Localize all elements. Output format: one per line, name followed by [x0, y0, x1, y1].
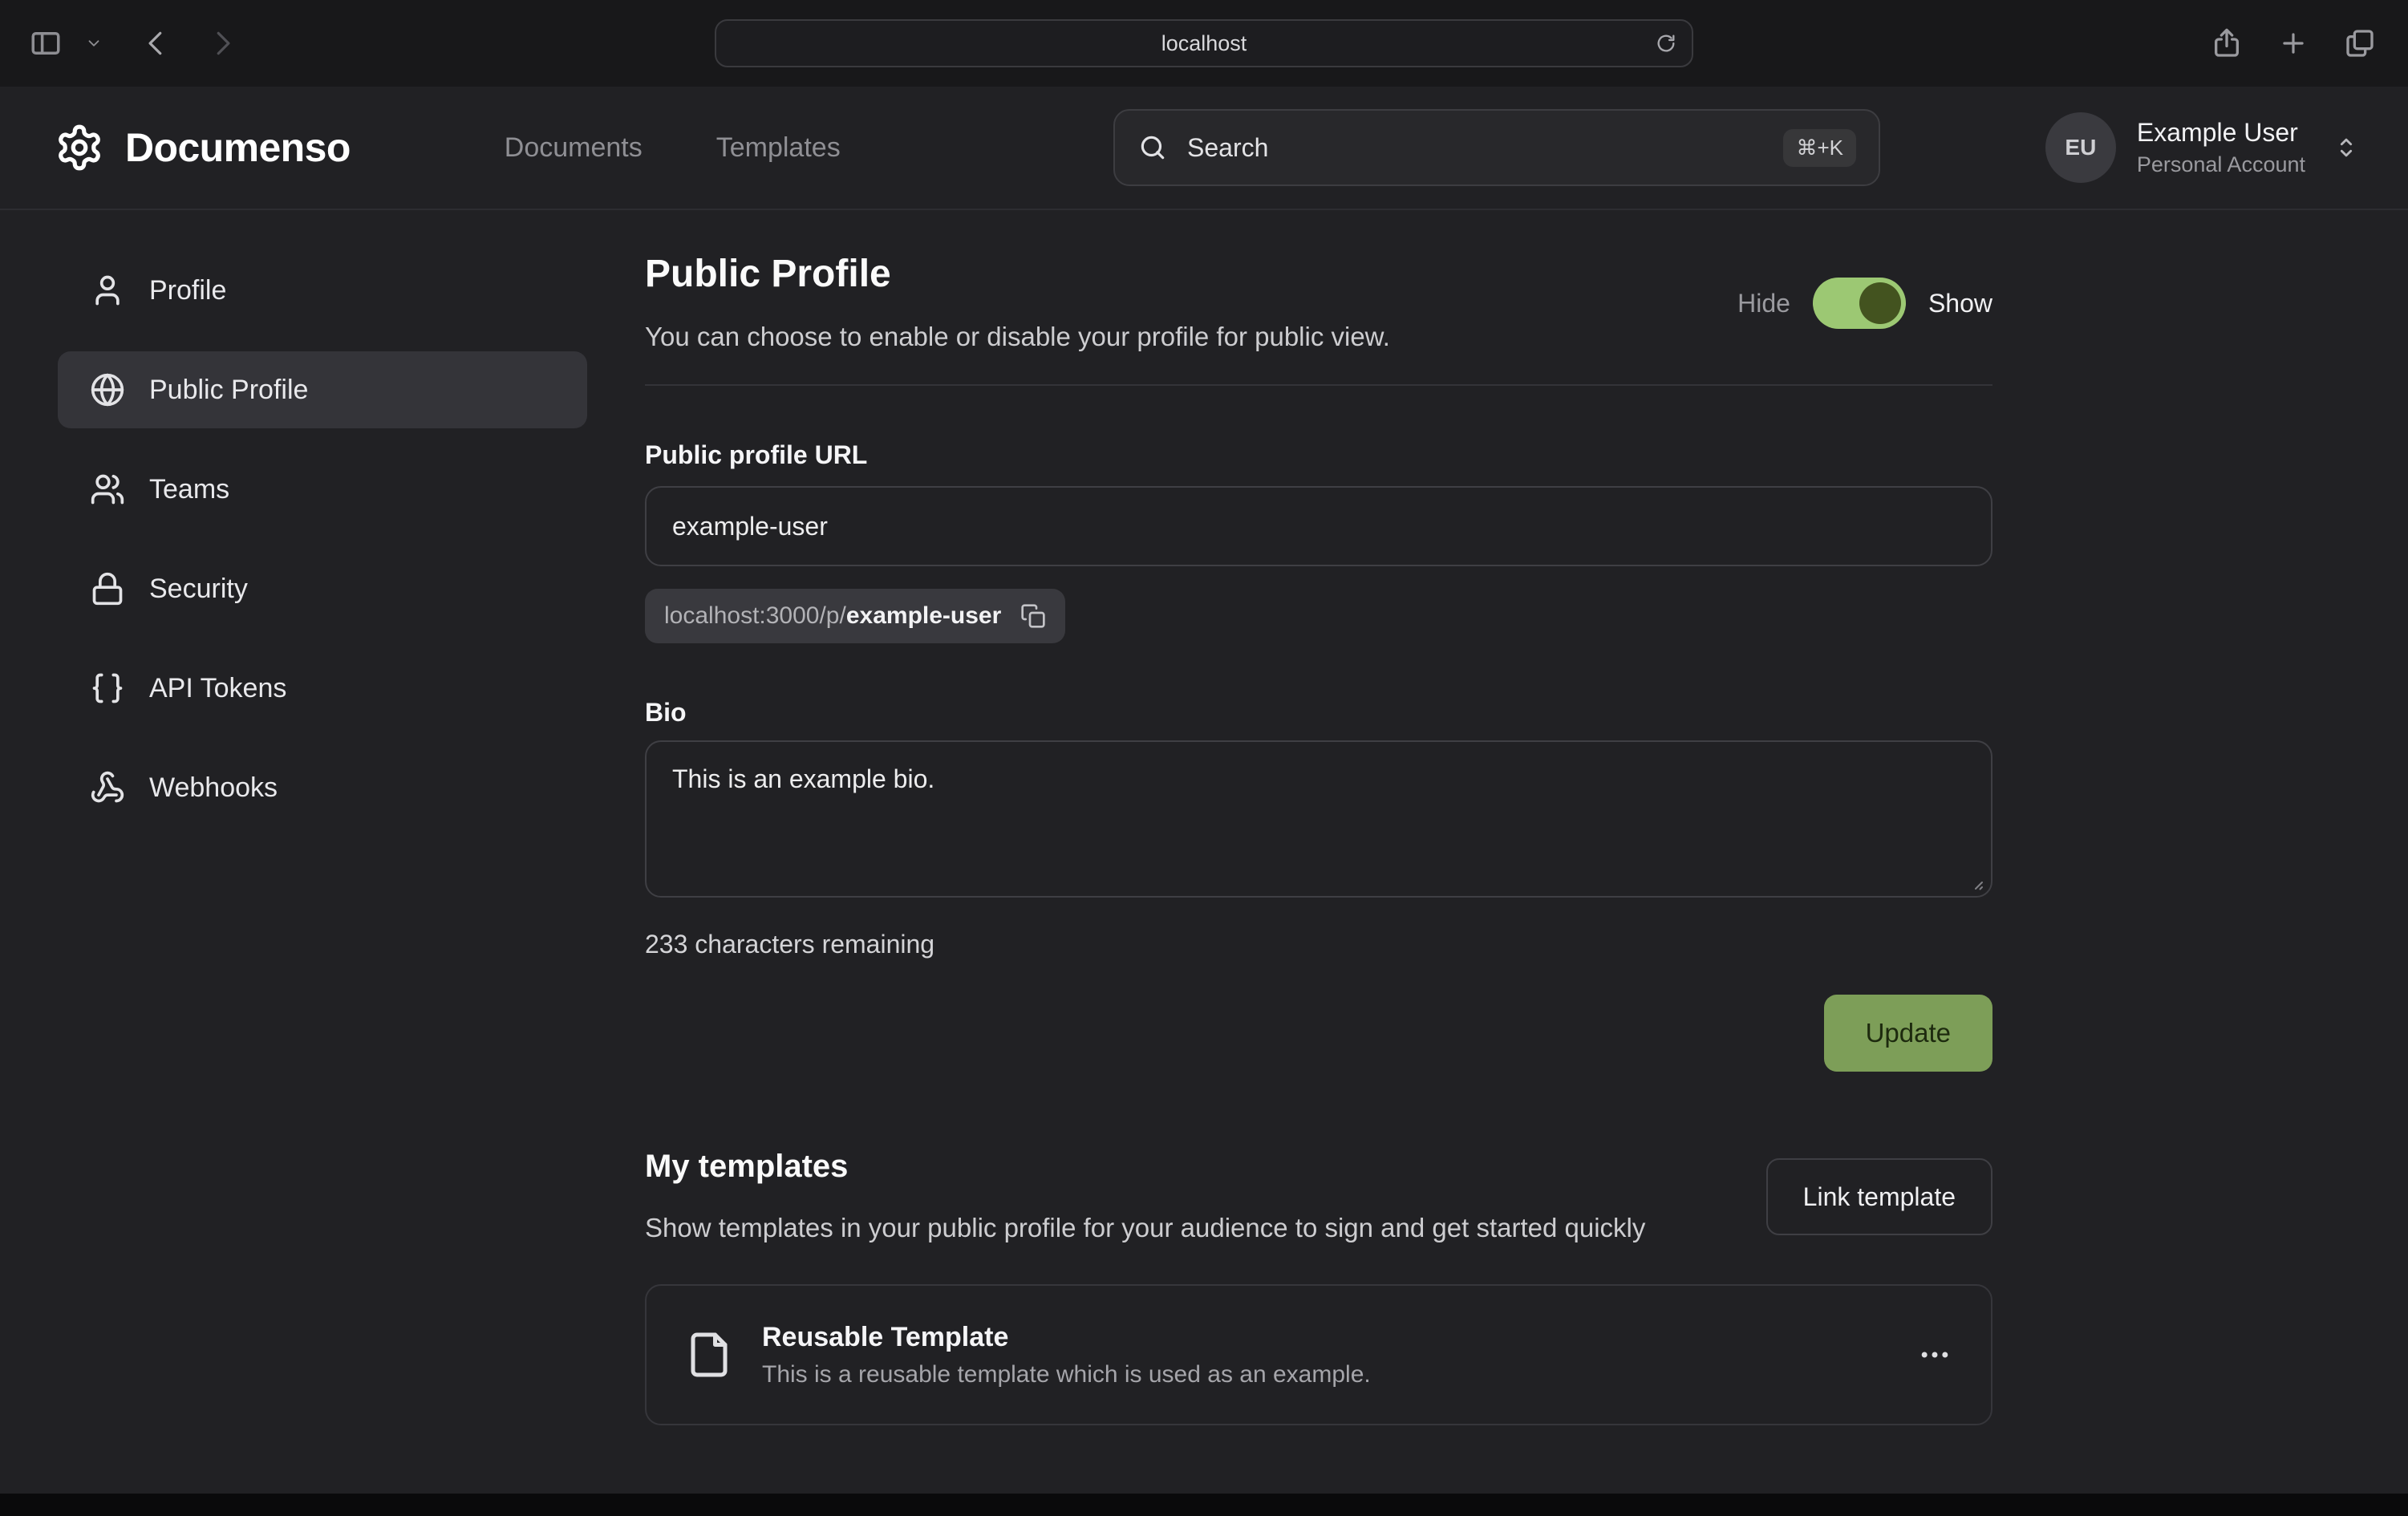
show-label: Show — [1928, 289, 1992, 318]
settings-sidebar: Profile Public Profile Teams Security AP… — [0, 210, 587, 1494]
lock-icon — [90, 571, 125, 606]
profile-url-label: Public profile URL — [645, 440, 1992, 470]
sidebar-item-security[interactable]: Security — [58, 550, 587, 627]
sidebar-item-public-profile[interactable]: Public Profile — [58, 351, 587, 428]
window-bottom-edge — [0, 1494, 2408, 1516]
sidebar-toggle-icon[interactable] — [29, 26, 63, 60]
avatar: EU — [2045, 112, 2116, 183]
sidebar-item-api-tokens[interactable]: API Tokens — [58, 650, 587, 727]
sidebar-item-label: Webhooks — [149, 772, 278, 804]
account-menu[interactable]: EU Example User Personal Account — [2045, 112, 2360, 183]
my-templates-title: My templates — [645, 1149, 1645, 1185]
chevrons-up-down-icon — [2333, 134, 2360, 161]
brand-name: Documenso — [125, 124, 351, 171]
main-nav: Documents Templates — [505, 132, 841, 164]
forward-icon[interactable] — [207, 28, 237, 59]
webhook-icon — [90, 770, 125, 805]
url-text: localhost — [1161, 31, 1247, 56]
settings-page: Profile Public Profile Teams Security AP… — [0, 210, 2408, 1494]
templates-head-text: My templates Show templates in your publ… — [645, 1149, 1645, 1249]
profile-visibility-toggle[interactable] — [1813, 278, 1906, 329]
sidebar-item-label: Profile — [149, 275, 226, 306]
toggle-knob — [1859, 282, 1901, 324]
chevron-down-icon[interactable] — [85, 34, 103, 52]
profile-url-input[interactable] — [645, 486, 1992, 566]
update-button[interactable]: Update — [1824, 995, 1992, 1072]
bio-label: Bio — [645, 698, 1992, 728]
sidebar-item-profile[interactable]: Profile — [58, 252, 587, 329]
ellipsis-menu-icon[interactable] — [1917, 1337, 1952, 1372]
back-icon[interactable] — [141, 28, 172, 59]
sidebar-item-label: Teams — [149, 474, 229, 505]
search-bar[interactable]: ⌘+K — [1113, 109, 1880, 186]
search-input[interactable] — [1187, 133, 1764, 163]
share-icon[interactable] — [2211, 27, 2243, 59]
sidebar-item-label: Public Profile — [149, 375, 308, 406]
account-name: Example User — [2137, 118, 2305, 148]
characters-remaining: 233 characters remaining — [645, 930, 1992, 959]
template-name: Reusable Template — [762, 1322, 1371, 1353]
sidebar-item-label: API Tokens — [149, 673, 286, 704]
page-subtitle: You can choose to enable or disable your… — [645, 322, 1390, 352]
page-title: Public Profile — [645, 252, 1390, 296]
address-bar[interactable]: localhost — [715, 19, 1693, 67]
sidebar-item-label: Security — [149, 574, 248, 605]
divider — [645, 384, 1992, 386]
link-template-button[interactable]: Link template — [1766, 1158, 1992, 1235]
template-card: Reusable Template This is a reusable tem… — [645, 1284, 1992, 1425]
copy-icon[interactable] — [1020, 603, 1046, 629]
refresh-icon[interactable] — [1655, 32, 1677, 55]
sidebar-item-webhooks[interactable]: Webhooks — [58, 749, 587, 826]
hide-label: Hide — [1737, 289, 1790, 318]
documenso-logo-icon — [55, 123, 104, 172]
sidebar-item-teams[interactable]: Teams — [58, 451, 587, 528]
file-icon — [685, 1331, 733, 1379]
template-info: Reusable Template This is a reusable tem… — [762, 1322, 1371, 1388]
browser-chrome: localhost — [0, 0, 2408, 87]
tabs-overview-icon[interactable] — [2344, 27, 2376, 59]
profile-url-copy-chip[interactable]: localhost:3000/p/example-user — [645, 589, 1065, 643]
brand[interactable]: Documenso — [55, 123, 351, 172]
my-templates-description: Show templates in your public profile fo… — [645, 1207, 1645, 1249]
public-profile-section: Public Profile You can choose to enable … — [645, 210, 1992, 1494]
bio-textarea[interactable]: This is an example bio. — [645, 740, 1992, 898]
braces-icon — [90, 671, 125, 706]
search-icon — [1137, 132, 1168, 163]
app-header: Documenso Documents Templates ⌘+K EU Exa… — [0, 87, 2408, 210]
user-icon — [90, 273, 125, 308]
browser-window-controls — [2211, 27, 2376, 59]
globe-icon — [90, 372, 125, 407]
nav-documents[interactable]: Documents — [505, 132, 643, 164]
browser-nav-controls — [29, 26, 237, 60]
nav-templates[interactable]: Templates — [716, 132, 841, 164]
template-description: This is a reusable template which is use… — [762, 1361, 1371, 1388]
search-shortcut: ⌘+K — [1783, 129, 1856, 167]
new-tab-icon[interactable] — [2278, 28, 2309, 59]
resize-handle-icon[interactable] — [1965, 872, 1984, 891]
account-labels: Example User Personal Account — [2137, 118, 2305, 177]
page-head-text: Public Profile You can choose to enable … — [645, 252, 1390, 352]
users-icon — [90, 472, 125, 507]
visibility-control: Hide Show — [1737, 278, 1992, 329]
account-type: Personal Account — [2137, 152, 2305, 177]
profile-url-preview: localhost:3000/p/example-user — [664, 602, 1001, 630]
